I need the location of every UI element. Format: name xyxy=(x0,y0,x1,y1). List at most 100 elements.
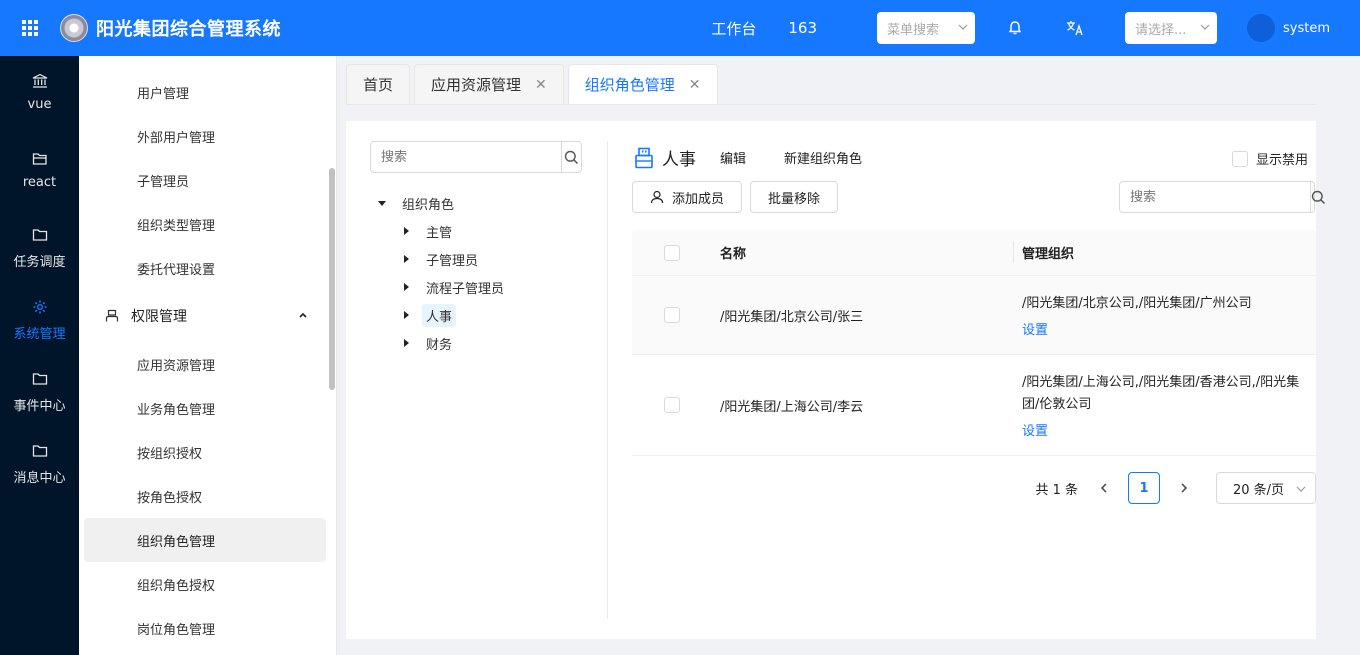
select-all-checkbox[interactable] xyxy=(664,244,680,261)
submenu-item[interactable]: 外部用户管理 xyxy=(84,114,326,158)
table-row[interactable]: /阳光集团/上海公司/李云 /阳光集团/上海公司,/阳光集团/香港公司,/阳光集… xyxy=(632,355,1316,456)
member-search-button[interactable] xyxy=(1310,182,1326,212)
row-org: /阳光集团/北京公司,/阳光集团/广州公司 xyxy=(1022,295,1252,311)
bank-icon xyxy=(32,73,47,88)
submenu-item[interactable]: 委托代理设置 xyxy=(84,246,326,290)
content-panel: 组织角色 主管 子管理员 流程子管理员 人事 财务 人事 编辑 新建组织角色 xyxy=(346,121,1326,639)
caret-right-icon[interactable] xyxy=(400,311,412,319)
usb-icon xyxy=(635,147,653,168)
caret-right-icon[interactable] xyxy=(400,283,412,291)
nav-item-react[interactable]: react xyxy=(0,128,79,212)
nav-item-task[interactable]: 任务调度 xyxy=(0,212,79,284)
user-name[interactable]: system xyxy=(1283,21,1330,36)
submenu-item[interactable]: 组织类型管理 xyxy=(84,202,326,246)
chevron-left-icon xyxy=(1100,483,1107,493)
translate-icon xyxy=(1067,21,1083,36)
grid-icon xyxy=(22,20,38,36)
show-disabled-label: 显示禁用 xyxy=(1255,153,1308,168)
app-grid-button[interactable] xyxy=(0,0,60,56)
show-disabled-toggle[interactable]: 显示禁用 xyxy=(1231,149,1308,168)
tree-node-selected[interactable]: 人事 xyxy=(376,301,508,329)
tree-search-button[interactable] xyxy=(561,142,581,172)
tree-node[interactable]: 流程子管理员 xyxy=(376,273,508,301)
caret-right-icon[interactable] xyxy=(400,255,412,263)
submenu-item[interactable]: 业务角色管理 xyxy=(84,386,326,430)
tab-org-role[interactable]: 组织角色管理 ✕ xyxy=(567,64,718,104)
add-member-label: 添加成员 xyxy=(671,191,724,207)
tree-node[interactable]: 主管 xyxy=(376,217,508,245)
chevron-right-icon xyxy=(1181,483,1188,493)
search-icon xyxy=(564,150,579,164)
workbench-link[interactable]: 工作台 xyxy=(711,18,756,39)
nav-label: 消息中心 xyxy=(13,470,66,486)
tab-bar: 首页 应用资源管理 ✕ 组织角色管理 ✕ xyxy=(346,64,722,104)
table-header: 名称 管理组织 xyxy=(632,230,1316,276)
row-checkbox[interactable] xyxy=(664,307,680,323)
nav-item-event[interactable]: 事件中心 xyxy=(0,356,79,428)
column-header-org: 管理组织 xyxy=(1022,247,1075,262)
new-role-link[interactable]: 新建组织角色 xyxy=(784,148,862,167)
show-disabled-checkbox[interactable] xyxy=(1231,150,1248,167)
tab-divider xyxy=(346,104,1316,105)
row-set-link[interactable]: 设置 xyxy=(1022,319,1048,338)
tab-app-resource[interactable]: 应用资源管理 ✕ xyxy=(414,64,564,104)
close-icon[interactable]: ✕ xyxy=(689,77,701,93)
submenu-item[interactable]: 组织角色授权 xyxy=(84,562,326,606)
pagination: 共 1 条 1 20 条/页 xyxy=(1035,472,1316,504)
nav-label: vue xyxy=(27,96,52,112)
row-set-link[interactable]: 设置 xyxy=(1022,420,1048,439)
nav-item-vue[interactable]: vue xyxy=(0,56,79,128)
submenu-item[interactable]: 应用资源管理 xyxy=(84,342,326,386)
page-size-select[interactable]: 20 条/页 xyxy=(1216,472,1316,504)
nav-label: react xyxy=(22,174,57,190)
search-icon xyxy=(1311,190,1326,204)
row-org-cell: /阳光集团/北京公司,/阳光集团/广州公司 设置 xyxy=(1014,293,1316,338)
page-number-current[interactable]: 1 xyxy=(1128,472,1160,504)
batch-remove-button[interactable]: 批量移除 xyxy=(750,181,838,213)
tab-label: 首页 xyxy=(363,76,394,94)
caret-right-icon[interactable] xyxy=(400,339,412,347)
tree-node-label: 流程子管理员 xyxy=(426,281,505,297)
avatar[interactable] xyxy=(1247,14,1275,42)
bell-icon xyxy=(1008,21,1022,35)
chevron-down-icon xyxy=(1200,24,1210,30)
caret-right-icon[interactable] xyxy=(400,227,412,235)
close-icon[interactable]: ✕ xyxy=(535,77,547,93)
tree-node-label: 人事 xyxy=(422,303,457,327)
submenu-group-permission[interactable]: 权限管理 xyxy=(79,290,336,342)
row-name: /阳光集团/北京公司/张三 xyxy=(720,309,864,325)
submenu-item-active[interactable]: 组织角色管理 xyxy=(84,518,326,562)
notification-count[interactable]: 163 xyxy=(788,19,817,37)
batch-remove-label: 批量移除 xyxy=(767,191,820,207)
next-page-button[interactable] xyxy=(1172,482,1196,494)
language-button[interactable] xyxy=(1065,18,1085,38)
row-checkbox[interactable] xyxy=(664,397,680,413)
org-select[interactable]: 请选择... xyxy=(1125,12,1217,44)
submenu-item[interactable]: 按角色授权 xyxy=(84,474,326,518)
submenu-item[interactable]: 用户管理 xyxy=(84,70,326,114)
tree-node-root[interactable]: 组织角色 xyxy=(376,189,508,217)
tree-search-input[interactable] xyxy=(371,142,561,172)
tab-home[interactable]: 首页 xyxy=(346,64,411,104)
tree-node[interactable]: 财务 xyxy=(376,329,508,357)
submenu-item[interactable]: 子管理员 xyxy=(84,158,326,202)
edit-role-link[interactable]: 编辑 xyxy=(720,148,746,167)
submenu-item[interactable]: 岗位角色管理 xyxy=(84,606,326,650)
prev-page-button[interactable] xyxy=(1092,482,1116,494)
bell-button[interactable] xyxy=(1005,18,1025,38)
nav-item-system[interactable]: 系统管理 xyxy=(0,284,79,356)
submenu-scrollbar[interactable] xyxy=(329,168,335,390)
menu-search-select[interactable]: 菜单搜索 xyxy=(877,12,975,44)
logo-icon xyxy=(60,14,88,42)
pagination-total: 共 1 条 xyxy=(1035,482,1078,498)
tree-search xyxy=(370,141,582,173)
nav-label: 任务调度 xyxy=(13,254,66,270)
table-row[interactable]: /阳光集团/北京公司/张三 /阳光集团/北京公司,/阳光集团/广州公司 设置 xyxy=(632,276,1316,355)
column-separator xyxy=(1013,241,1014,263)
add-member-button[interactable]: 添加成员 xyxy=(632,181,742,213)
nav-item-message[interactable]: 消息中心 xyxy=(0,428,79,500)
submenu-item[interactable]: 按组织授权 xyxy=(84,430,326,474)
tree-node[interactable]: 子管理员 xyxy=(376,245,508,273)
caret-down-icon[interactable] xyxy=(376,199,388,207)
member-search-input[interactable] xyxy=(1120,182,1310,212)
